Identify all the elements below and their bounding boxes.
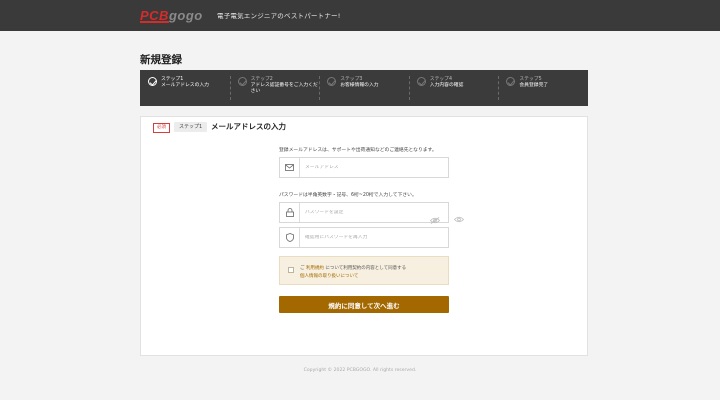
step-2: ステップ2 アドレス認証番号をご入力ください bbox=[229, 70, 320, 106]
lock-icon bbox=[280, 203, 300, 222]
shield-icon bbox=[280, 228, 300, 247]
eye-off-icon[interactable] bbox=[429, 209, 441, 228]
step-4: ステップ4 入力内容の確認 bbox=[408, 70, 499, 106]
check-circle-icon bbox=[237, 77, 247, 86]
step-3: ステップ3 お客様情報の入力 bbox=[319, 70, 409, 106]
logo-text-pcb: PCB bbox=[140, 7, 169, 23]
step-name: 会員登録完了 bbox=[519, 83, 549, 88]
eye-icon[interactable] bbox=[453, 208, 465, 227]
required-badge: 必須 bbox=[153, 123, 170, 133]
step-5: ステップ5 会員登録完了 bbox=[498, 70, 588, 106]
top-bar: PCBgogo 電子電気エンジニアのベストパートナー! bbox=[0, 0, 720, 31]
agree-suffix: について利用契約の内容として同意する bbox=[325, 266, 407, 271]
terms-link[interactable]: 利用規約 bbox=[306, 266, 324, 271]
card-title: メールアドレスの入力 bbox=[211, 122, 286, 131]
step-name: お客様情報の入力 bbox=[340, 83, 379, 88]
check-circle-icon bbox=[148, 77, 157, 86]
password-field-wrapper bbox=[279, 202, 449, 224]
agree-next-button[interactable]: 規約に同意して次へ進む bbox=[279, 296, 449, 313]
step-name: アドレス認証番号をご入力ください bbox=[250, 83, 318, 94]
confirm-password-field-wrapper bbox=[279, 227, 449, 248]
agree-prefix: ご bbox=[300, 266, 305, 271]
check-circle-icon bbox=[416, 77, 426, 86]
confirm-password-input[interactable] bbox=[305, 235, 448, 240]
step-badge: ステップ1 bbox=[174, 122, 208, 132]
privacy-link[interactable]: 個人情報の取り扱いについて bbox=[300, 273, 358, 279]
copyright-footer: Copyright © 2022 PCBGOGO. All rights res… bbox=[303, 368, 417, 373]
email-label: 登録メールアドレスは、サポートや出荷通知などのご連絡先となります。 bbox=[279, 148, 437, 153]
registration-stepper: ステップ1 メールアドレスの入力 ステップ2 アドレス認証番号をご入力ください … bbox=[140, 70, 588, 106]
page-title: 新規登録 bbox=[140, 54, 182, 66]
email-input[interactable] bbox=[305, 165, 448, 170]
check-circle-icon bbox=[506, 77, 516, 86]
step-name: メールアドレスの入力 bbox=[161, 83, 209, 88]
step-name: 入力内容の確認 bbox=[429, 83, 464, 88]
logo-text-gogo: gogo bbox=[168, 7, 203, 23]
check-circle-icon bbox=[327, 77, 337, 86]
agree-text: ご 利用規約 について利用契約の内容として同意する bbox=[300, 265, 406, 271]
email-field-wrapper bbox=[279, 157, 449, 178]
password-input[interactable] bbox=[305, 210, 448, 215]
agreement-box: ご 利用規約 について利用契約の内容として同意する 個人情報の取り扱いについて bbox=[279, 256, 449, 285]
agree-checkbox[interactable] bbox=[288, 267, 294, 273]
mail-icon bbox=[280, 158, 300, 177]
step-1: ステップ1 メールアドレスの入力 bbox=[140, 70, 230, 106]
registration-card: 必須 ステップ1 メールアドレスの入力 登録メールアドレスは、サポートや出荷通知… bbox=[140, 116, 588, 356]
password-label: パスワードは半角英数字・記号、6桁~20桁で入力して下さい。 bbox=[279, 193, 417, 198]
pcbgogo-logo[interactable]: PCBgogo bbox=[140, 6, 203, 24]
tagline: 電子電気エンジニアのベストパートナー! bbox=[217, 12, 341, 20]
